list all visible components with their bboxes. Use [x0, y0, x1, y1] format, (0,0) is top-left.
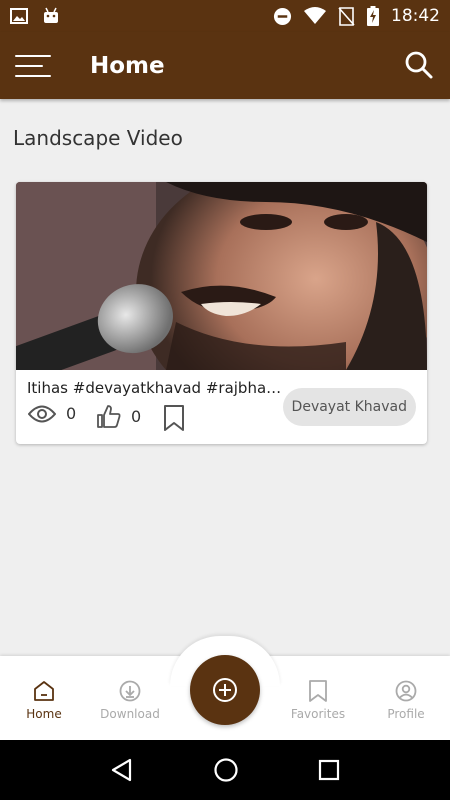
channel-chip[interactable]: Devayat Khavad: [282, 388, 416, 426]
views-count: 0: [66, 404, 77, 423]
nav-item-favorites[interactable]: Favorites: [278, 680, 358, 721]
nav-item-home[interactable]: Home: [4, 680, 84, 721]
wifi-icon: [304, 7, 326, 24]
thumbs-up-icon[interactable]: [96, 404, 121, 428]
page-title: Home: [90, 52, 165, 79]
no-sim-icon: [338, 6, 355, 26]
section-title: Landscape Video: [13, 126, 183, 150]
views-stat: 0: [28, 404, 76, 423]
battery-charging-icon: [367, 6, 379, 26]
home-icon: [34, 681, 54, 701]
video-card[interactable]: Itihas #devayatkhavad #rajbha… 0 0 Devay…: [16, 182, 427, 444]
nav-label-home: Home: [26, 707, 62, 721]
search-icon[interactable]: [404, 50, 434, 80]
nav-item-profile[interactable]: Profile: [366, 680, 446, 721]
dnd-icon: [273, 7, 292, 25]
likes-stat[interactable]: 0: [96, 404, 141, 428]
nav-label-profile: Profile: [387, 707, 425, 721]
add-circle-icon: [213, 678, 237, 702]
profile-icon: [395, 680, 417, 702]
video-thumbnail[interactable]: [16, 182, 427, 370]
recents-icon[interactable]: [318, 759, 340, 781]
add-button[interactable]: [190, 655, 260, 725]
eye-icon: [28, 405, 56, 422]
home-nav-icon[interactable]: [213, 757, 239, 783]
bookmark-icon[interactable]: [163, 404, 185, 432]
thumbnail-image: [16, 182, 427, 370]
back-icon[interactable]: [110, 758, 134, 782]
status-bar: 18:42: [0, 0, 450, 32]
video-title[interactable]: Itihas #devayatkhavad #rajbha…: [27, 379, 281, 397]
nav-label-download: Download: [100, 707, 160, 721]
likes-count: 0: [131, 406, 142, 426]
system-nav-bar: [0, 740, 450, 800]
status-time: 18:42: [391, 6, 440, 26]
nav-label-favorites: Favorites: [290, 707, 346, 721]
nav-item-download[interactable]: Download: [90, 680, 170, 721]
hamburger-menu-icon[interactable]: [15, 51, 55, 81]
app-bar: Home: [0, 32, 450, 99]
download-icon: [119, 680, 141, 702]
android-icon: [44, 7, 58, 23]
image-icon: [10, 8, 28, 24]
bookmark-icon: [309, 680, 327, 702]
